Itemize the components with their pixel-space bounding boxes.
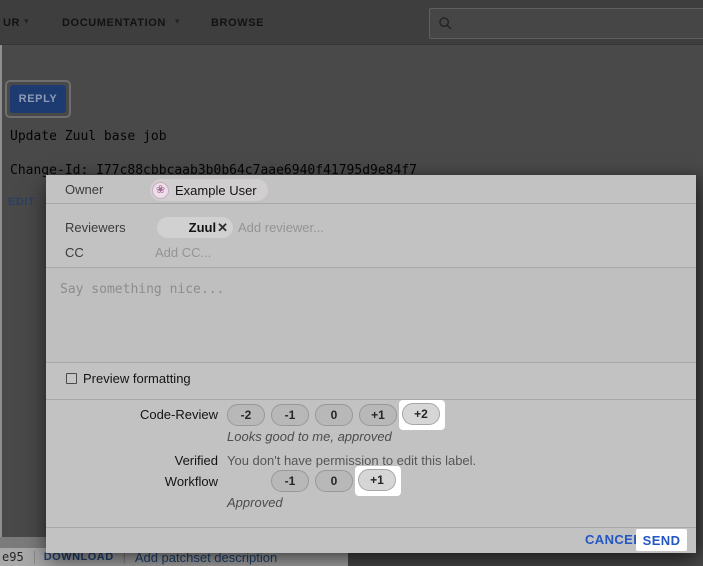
divider [46, 203, 696, 204]
menu-documentation[interactable]: DOCUMENTATION [62, 17, 166, 29]
send-button[interactable]: SEND [636, 529, 687, 551]
comment-placeholder: Say something nice... [60, 282, 224, 297]
page-left-edge [0, 45, 2, 537]
chevron-down-icon: ▾ [24, 16, 29, 27]
top-header: UR ▾ DOCUMENTATION ▾ BROWSE [0, 0, 703, 45]
reviewer-chip-label: Zuul [189, 220, 216, 235]
reviewer-chip[interactable]: Zuul ✕ [157, 217, 233, 238]
owner-label: Owner [65, 182, 103, 197]
menu-browse[interactable]: BROWSE [211, 17, 264, 29]
code-review-label: Code-Review [46, 407, 218, 422]
search-box[interactable] [429, 8, 703, 39]
preview-formatting-checkbox[interactable] [66, 373, 77, 384]
verified-label: Verified [46, 453, 218, 468]
vote-button-selected[interactable]: +1 [358, 469, 396, 491]
cancel-button[interactable]: CANCEL [585, 532, 642, 547]
owner-chip-label: Example User [175, 183, 257, 198]
vote-button[interactable]: +1 [359, 404, 397, 426]
add-cc-input[interactable]: Add CC... [155, 245, 211, 260]
search-input[interactable] [459, 9, 703, 38]
search-icon [438, 16, 453, 31]
add-reviewer-input[interactable]: Add reviewer... [238, 220, 324, 235]
vote-button[interactable]: -1 [271, 470, 309, 492]
code-review-description: Looks good to me, approved [227, 429, 392, 444]
divider [34, 551, 35, 564]
vote-button[interactable]: 0 [315, 470, 353, 492]
avatar: ❀ [152, 182, 169, 199]
vote-button-selected[interactable]: +2 [402, 403, 440, 425]
preview-formatting-label: Preview formatting [83, 371, 191, 386]
send-button-label: SEND [643, 533, 681, 548]
reviewers-label: Reviewers [65, 220, 126, 235]
owner-chip[interactable]: ❀ Example User [150, 179, 268, 201]
vote-button-selected-highlight: +1 [355, 466, 401, 496]
sha-fragment: e95 [2, 550, 24, 564]
edit-link[interactable]: EDIT [8, 196, 35, 208]
vote-button[interactable]: -1 [271, 404, 309, 426]
vote-button[interactable]: -2 [227, 404, 265, 426]
commit-message-title: Update Zuul base job [10, 129, 167, 144]
comment-textarea[interactable]: Say something nice... [46, 267, 696, 363]
workflow-description: Approved [227, 495, 283, 510]
reply-dialog: Owner ❀ Example User Reviewers Zuul ✕ Ad… [46, 175, 696, 553]
remove-reviewer-icon[interactable]: ✕ [217, 220, 228, 236]
verified-permission-message: You don't have permission to edit this l… [227, 453, 476, 468]
divider [46, 399, 696, 400]
reply-button[interactable]: REPLY [10, 85, 66, 113]
chevron-down-icon: ▾ [175, 16, 180, 27]
menu-your[interactable]: UR [3, 17, 20, 29]
vote-button[interactable]: 0 [315, 404, 353, 426]
vote-button-selected-highlight: +2 [399, 400, 445, 430]
workflow-label: Workflow [46, 474, 218, 489]
cc-label: CC [65, 245, 84, 260]
divider [46, 527, 696, 528]
